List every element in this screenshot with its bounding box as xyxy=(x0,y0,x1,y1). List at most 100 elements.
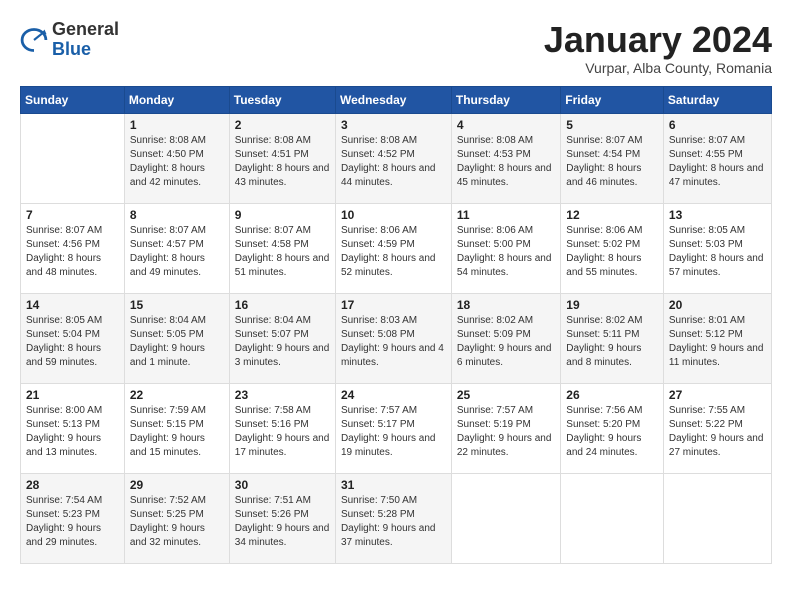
calendar-cell: 12 Sunrise: 8:06 AM Sunset: 5:02 PM Dayli… xyxy=(561,203,664,293)
calendar-cell: 10Sunrise: 8:06 AM Sunset: 4:59 PM Dayli… xyxy=(335,203,451,293)
day-info: Sunrise: 8:01 AM Sunset: 5:12 PM Dayligh… xyxy=(669,314,766,370)
col-friday: Friday xyxy=(561,86,664,113)
col-monday: Monday xyxy=(124,86,229,113)
day-number: 10 xyxy=(341,208,446,222)
day-info: Sunrise: 8:05 AM Sunset: 5:04 PM Dayligh… xyxy=(26,314,119,370)
day-info: Sunrise: 8:06 AM Sunset: 5:00 PM Dayligh… xyxy=(457,224,555,280)
day-number: 2 xyxy=(235,118,330,132)
day-number: 29 xyxy=(130,478,224,492)
calendar-cell: 2Sunrise: 8:08 AM Sunset: 4:51 PM Daylig… xyxy=(229,113,335,203)
day-info: Sunrise: 8:07 AM Sunset: 4:56 PM Dayligh… xyxy=(26,224,119,280)
calendar-cell: 21 Sunrise: 8:00 AM Sunset: 5:13 PM Dayli… xyxy=(21,383,125,473)
location-text: Vurpar, Alba County, Romania xyxy=(544,60,772,76)
col-sunday: Sunday xyxy=(21,86,125,113)
day-number: 26 xyxy=(566,388,658,402)
day-number: 15 xyxy=(130,298,224,312)
calendar-cell: 11 Sunrise: 8:06 AM Sunset: 5:00 PM Dayli… xyxy=(451,203,560,293)
calendar-week-row: 21 Sunrise: 8:00 AM Sunset: 5:13 PM Dayli… xyxy=(21,383,772,473)
col-thursday: Thursday xyxy=(451,86,560,113)
calendar-cell: 16 Sunrise: 8:04 AM Sunset: 5:07 PM Dayli… xyxy=(229,293,335,383)
col-tuesday: Tuesday xyxy=(229,86,335,113)
calendar-cell: 23Sunrise: 7:58 AM Sunset: 5:16 PM Dayli… xyxy=(229,383,335,473)
day-info: Sunrise: 8:07 AM Sunset: 4:57 PM Dayligh… xyxy=(130,224,224,280)
calendar-cell xyxy=(561,473,664,563)
day-number: 17 xyxy=(341,298,446,312)
day-info: Sunrise: 8:05 AM Sunset: 5:03 PM Dayligh… xyxy=(669,224,766,280)
calendar-cell: 7Sunrise: 8:07 AM Sunset: 4:56 PM Daylig… xyxy=(21,203,125,293)
day-info: Sunrise: 7:59 AM Sunset: 5:15 PM Dayligh… xyxy=(130,404,224,460)
day-number: 5 xyxy=(566,118,658,132)
day-info: Sunrise: 8:03 AM Sunset: 5:08 PM Dayligh… xyxy=(341,314,446,370)
day-info: Sunrise: 7:57 AM Sunset: 5:19 PM Dayligh… xyxy=(457,404,555,460)
day-info: Sunrise: 7:56 AM Sunset: 5:20 PM Dayligh… xyxy=(566,404,658,460)
day-info: Sunrise: 7:50 AM Sunset: 5:28 PM Dayligh… xyxy=(341,494,446,550)
day-info: Sunrise: 8:04 AM Sunset: 5:07 PM Dayligh… xyxy=(235,314,330,370)
day-number: 16 xyxy=(235,298,330,312)
header-row: Sunday Monday Tuesday Wednesday Thursday… xyxy=(21,86,772,113)
calendar-cell: 31 Sunrise: 7:50 AM Sunset: 5:28 PM Dayli… xyxy=(335,473,451,563)
calendar-cell: 22 Sunrise: 7:59 AM Sunset: 5:15 PM Dayli… xyxy=(124,383,229,473)
day-number: 4 xyxy=(457,118,555,132)
page-header: General Blue January 2024 Vurpar, Alba C… xyxy=(20,20,772,76)
calendar-cell xyxy=(21,113,125,203)
day-number: 20 xyxy=(669,298,766,312)
calendar-cell: 26 Sunrise: 7:56 AM Sunset: 5:20 PM Dayli… xyxy=(561,383,664,473)
calendar-cell: 8 Sunrise: 8:07 AM Sunset: 4:57 PM Daylig… xyxy=(124,203,229,293)
day-info: Sunrise: 7:52 AM Sunset: 5:25 PM Dayligh… xyxy=(130,494,224,550)
day-number: 22 xyxy=(130,388,224,402)
day-info: Sunrise: 8:08 AM Sunset: 4:53 PM Dayligh… xyxy=(457,134,555,190)
day-number: 12 xyxy=(566,208,658,222)
calendar-cell: 9 Sunrise: 8:07 AM Sunset: 4:58 PM Daylig… xyxy=(229,203,335,293)
day-info: Sunrise: 8:08 AM Sunset: 4:52 PM Dayligh… xyxy=(341,134,446,190)
calendar-cell: 1Sunrise: 8:08 AM Sunset: 4:50 PM Daylig… xyxy=(124,113,229,203)
calendar-cell xyxy=(451,473,560,563)
calendar-cell: 17 Sunrise: 8:03 AM Sunset: 5:08 PM Dayli… xyxy=(335,293,451,383)
calendar-cell: 28Sunrise: 7:54 AM Sunset: 5:23 PM Dayli… xyxy=(21,473,125,563)
calendar-cell: 13 Sunrise: 8:05 AM Sunset: 5:03 PM Dayli… xyxy=(663,203,771,293)
month-title: January 2024 xyxy=(544,20,772,60)
day-number: 21 xyxy=(26,388,119,402)
calendar-cell: 25 Sunrise: 7:57 AM Sunset: 5:19 PM Dayli… xyxy=(451,383,560,473)
calendar-cell: 14Sunrise: 8:05 AM Sunset: 5:04 PM Dayli… xyxy=(21,293,125,383)
calendar-cell: 18Sunrise: 8:02 AM Sunset: 5:09 PM Dayli… xyxy=(451,293,560,383)
calendar-cell: 4 Sunrise: 8:08 AM Sunset: 4:53 PM Daylig… xyxy=(451,113,560,203)
calendar-cell: 29 Sunrise: 7:52 AM Sunset: 5:25 PM Dayli… xyxy=(124,473,229,563)
logo-icon xyxy=(20,26,48,54)
col-saturday: Saturday xyxy=(663,86,771,113)
day-info: Sunrise: 8:08 AM Sunset: 4:50 PM Dayligh… xyxy=(130,134,224,190)
calendar-table: Sunday Monday Tuesday Wednesday Thursday… xyxy=(20,86,772,564)
col-wednesday: Wednesday xyxy=(335,86,451,113)
day-number: 13 xyxy=(669,208,766,222)
day-info: Sunrise: 8:07 AM Sunset: 4:58 PM Dayligh… xyxy=(235,224,330,280)
day-number: 23 xyxy=(235,388,330,402)
day-info: Sunrise: 8:02 AM Sunset: 5:11 PM Dayligh… xyxy=(566,314,658,370)
calendar-week-row: 7Sunrise: 8:07 AM Sunset: 4:56 PM Daylig… xyxy=(21,203,772,293)
day-info: Sunrise: 8:07 AM Sunset: 4:54 PM Dayligh… xyxy=(566,134,658,190)
day-number: 8 xyxy=(130,208,224,222)
calendar-week-row: 28Sunrise: 7:54 AM Sunset: 5:23 PM Dayli… xyxy=(21,473,772,563)
day-info: Sunrise: 8:00 AM Sunset: 5:13 PM Dayligh… xyxy=(26,404,119,460)
day-info: Sunrise: 7:54 AM Sunset: 5:23 PM Dayligh… xyxy=(26,494,119,550)
title-block: January 2024 Vurpar, Alba County, Romani… xyxy=(544,20,772,76)
day-info: Sunrise: 7:51 AM Sunset: 5:26 PM Dayligh… xyxy=(235,494,330,550)
day-info: Sunrise: 7:55 AM Sunset: 5:22 PM Dayligh… xyxy=(669,404,766,460)
day-number: 9 xyxy=(235,208,330,222)
logo-general-text: General xyxy=(52,19,119,39)
logo-blue-text: Blue xyxy=(52,39,91,59)
calendar-cell: 19Sunrise: 8:02 AM Sunset: 5:11 PM Dayli… xyxy=(561,293,664,383)
day-number: 25 xyxy=(457,388,555,402)
day-info: Sunrise: 8:07 AM Sunset: 4:55 PM Dayligh… xyxy=(669,134,766,190)
day-info: Sunrise: 8:06 AM Sunset: 5:02 PM Dayligh… xyxy=(566,224,658,280)
calendar-cell: 15Sunrise: 8:04 AM Sunset: 5:05 PM Dayli… xyxy=(124,293,229,383)
day-number: 27 xyxy=(669,388,766,402)
calendar-cell xyxy=(663,473,771,563)
calendar-cell: 3Sunrise: 8:08 AM Sunset: 4:52 PM Daylig… xyxy=(335,113,451,203)
calendar-cell: 20 Sunrise: 8:01 AM Sunset: 5:12 PM Dayli… xyxy=(663,293,771,383)
calendar-week-row: 14Sunrise: 8:05 AM Sunset: 5:04 PM Dayli… xyxy=(21,293,772,383)
day-number: 6 xyxy=(669,118,766,132)
calendar-cell: 30Sunrise: 7:51 AM Sunset: 5:26 PM Dayli… xyxy=(229,473,335,563)
day-number: 11 xyxy=(457,208,555,222)
calendar-cell: 27 Sunrise: 7:55 AM Sunset: 5:22 PM Dayli… xyxy=(663,383,771,473)
day-number: 31 xyxy=(341,478,446,492)
day-info: Sunrise: 7:57 AM Sunset: 5:17 PM Dayligh… xyxy=(341,404,446,460)
